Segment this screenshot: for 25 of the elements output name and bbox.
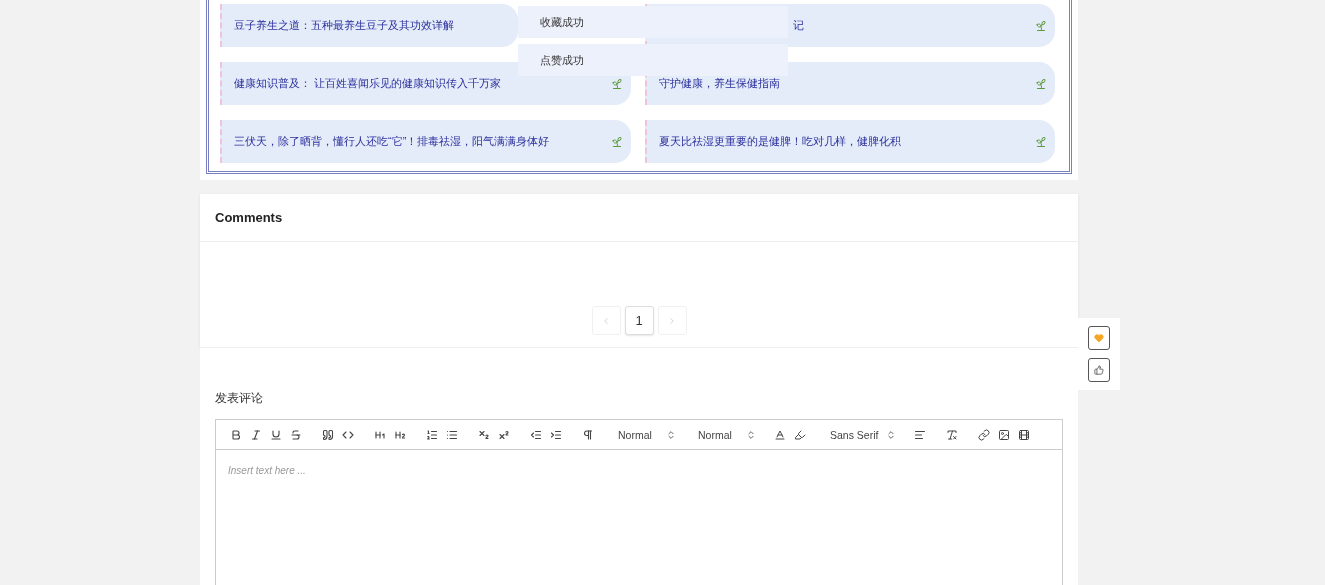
- message-toast: 收藏成功: [518, 6, 788, 38]
- sprout-icon: [1035, 19, 1047, 32]
- like-button[interactable]: [1088, 358, 1110, 382]
- page-button[interactable]: 1: [624, 306, 654, 335]
- sprout-icon: [1035, 77, 1047, 90]
- up-down-caret-icon: [746, 429, 756, 440]
- sprout-icon: [611, 135, 623, 148]
- post-comment-title: 发表评论: [215, 390, 264, 407]
- favorite-button[interactable]: [1088, 326, 1110, 350]
- article-link[interactable]: 夏天比祛湿更重要的是健脾！吃对几样，健脾化积: [645, 120, 1055, 163]
- sprout-icon: [611, 77, 623, 90]
- sprout-icon: [1035, 135, 1047, 148]
- up-down-caret-icon: [886, 429, 896, 440]
- chevron-right-icon: [667, 315, 677, 326]
- heart-icon: [1094, 333, 1104, 343]
- thumbs-up-icon: [1094, 365, 1104, 375]
- chevron-left-icon: [601, 315, 611, 326]
- format-dropdown[interactable]: Normal: [690, 428, 760, 441]
- format-dropdown[interactable]: Normal: [610, 428, 680, 441]
- font-dropdown[interactable]: Sans Serif: [822, 428, 900, 441]
- up-down-caret-icon: [666, 429, 676, 440]
- article-link[interactable]: 豆子养生之道：五种最养生豆子及其功效详解: [220, 4, 518, 47]
- message-toast: 点赞成功: [518, 44, 788, 76]
- comments-title: Comments: [215, 210, 283, 225]
- article-link[interactable]: 三伏天，除了晒背，懂行人还吃“它”！排毒祛湿，阳气满满身体好: [220, 120, 631, 163]
